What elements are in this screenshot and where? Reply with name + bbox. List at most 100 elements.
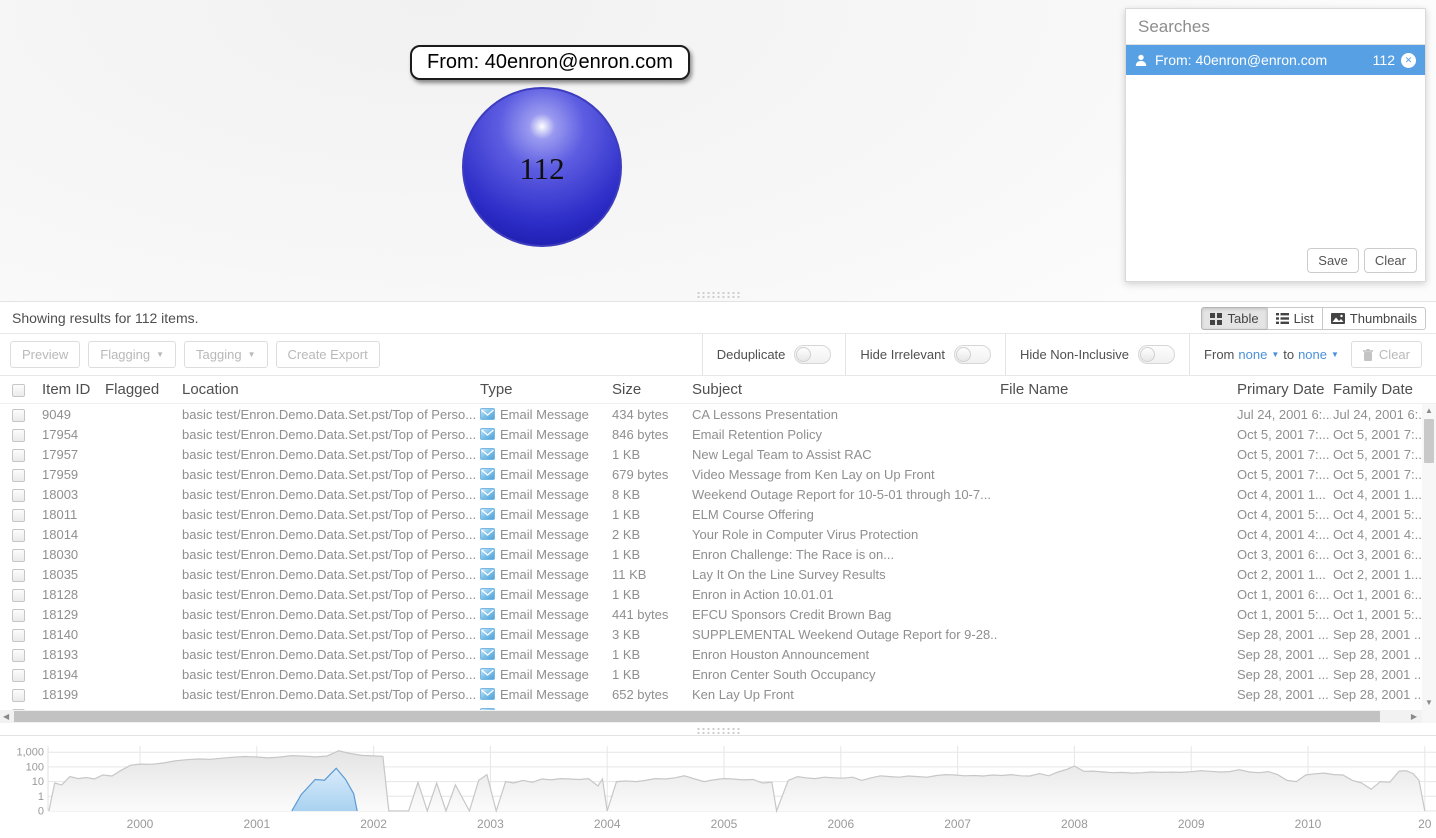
list-icon xyxy=(1276,313,1289,324)
table-row[interactable]: 18193basic test/Enron.Demo.Data.Set.pst/… xyxy=(0,644,1422,664)
row-checkbox[interactable] xyxy=(12,529,25,542)
table-row[interactable]: 17954basic test/Enron.Demo.Data.Set.pst/… xyxy=(0,424,1422,444)
timeline-splitter-handle[interactable] xyxy=(696,727,740,734)
row-checkbox[interactable] xyxy=(12,589,25,602)
row-checkbox[interactable] xyxy=(12,469,25,482)
view-thumbnails-button[interactable]: Thumbnails xyxy=(1322,307,1426,330)
table-row[interactable]: 18014basic test/Enron.Demo.Data.Set.pst/… xyxy=(0,524,1422,544)
row-checkbox-cell xyxy=(0,506,40,521)
timeline-chart[interactable]: 1,00010010102000200120022003200420052006… xyxy=(0,735,1436,838)
vertical-scrollbar[interactable]: ▲ ▼ xyxy=(1422,404,1436,710)
row-checkbox-cell xyxy=(0,586,40,601)
view-table-button[interactable]: Table xyxy=(1201,307,1267,330)
row-checkbox[interactable] xyxy=(12,509,25,522)
table-row[interactable]: 18035basic test/Enron.Demo.Data.Set.pst/… xyxy=(0,564,1422,584)
table-row[interactable]: 18194basic test/Enron.Demo.Data.Set.pst/… xyxy=(0,664,1422,684)
search-bubble[interactable]: 112 xyxy=(462,87,622,247)
table-row[interactable]: 18030basic test/Enron.Demo.Data.Set.pst/… xyxy=(0,544,1422,564)
select-all-checkbox[interactable] xyxy=(12,384,25,397)
cell-location: basic test/Enron.Demo.Data.Set.pst/Top o… xyxy=(180,487,478,502)
svg-text:2007: 2007 xyxy=(944,817,971,831)
row-checkbox[interactable] xyxy=(12,409,25,422)
row-checkbox[interactable] xyxy=(12,569,25,582)
row-checkbox[interactable] xyxy=(12,449,25,462)
table-row[interactable]: 18140basic test/Enron.Demo.Data.Set.pst/… xyxy=(0,624,1422,644)
row-checkbox[interactable] xyxy=(12,629,25,642)
save-search-button[interactable]: Save xyxy=(1307,248,1359,273)
cell-primary-date: Sep 28, 2001 ... xyxy=(1235,627,1331,642)
svg-text:2006: 2006 xyxy=(827,817,854,831)
clear-range-button[interactable]: Clear xyxy=(1351,341,1422,368)
column-header-flagged[interactable]: Flagged xyxy=(103,381,180,398)
row-checkbox-cell xyxy=(0,646,40,661)
cell-subject: Ken Lay Up Front xyxy=(690,687,998,702)
scroll-up-icon[interactable]: ▲ xyxy=(1425,404,1433,418)
type-label: Email Message xyxy=(500,687,589,702)
column-header-item-id[interactable]: Item ID xyxy=(40,381,103,398)
column-header-type[interactable]: Type xyxy=(478,381,610,398)
type-label: Email Message xyxy=(500,507,589,522)
table-row[interactable]: 17959basic test/Enron.Demo.Data.Set.pst/… xyxy=(0,464,1422,484)
cell-primary-date: Oct 5, 2001 7:... xyxy=(1235,467,1331,482)
cell-type: Email Message xyxy=(478,587,610,602)
row-checkbox[interactable] xyxy=(12,649,25,662)
splitter-handle[interactable] xyxy=(696,291,740,298)
column-header-file-name[interactable]: File Name xyxy=(998,381,1235,398)
preview-button[interactable]: Preview xyxy=(10,341,80,368)
svg-text:0: 0 xyxy=(38,806,44,818)
row-checkbox[interactable] xyxy=(12,669,25,682)
row-checkbox-cell xyxy=(0,626,40,641)
to-value-dropdown[interactable]: none xyxy=(1298,347,1327,362)
scroll-left-icon[interactable]: ◀ xyxy=(3,710,9,723)
remove-search-icon[interactable]: ✕ xyxy=(1401,53,1416,68)
cell-subject: EFCU Sponsors Credit Brown Bag xyxy=(690,607,998,622)
search-item[interactable]: From: 40enron@enron.com 112 ✕ xyxy=(1126,45,1425,75)
row-checkbox[interactable] xyxy=(12,689,25,702)
cell-subject: Enron in Action 10.01.01 xyxy=(690,587,998,602)
cell-family-date: Oct 5, 2001 7:... xyxy=(1331,467,1422,482)
svg-text:20: 20 xyxy=(1418,817,1432,831)
timeline-svg[interactable]: 1,00010010102000200120022003200420052006… xyxy=(0,736,1436,838)
cell-size: 434 bytes xyxy=(610,407,690,422)
table-row[interactable]: 18199basic test/Enron.Demo.Data.Set.pst/… xyxy=(0,684,1422,704)
tagging-dropdown[interactable]: Tagging▼ xyxy=(184,341,267,368)
column-header-family-date[interactable]: Family Date xyxy=(1331,381,1422,398)
from-value-dropdown[interactable]: none xyxy=(1238,347,1267,362)
hide-irrelevant-toggle[interactable] xyxy=(954,345,991,364)
row-checkbox-cell xyxy=(0,526,40,541)
column-header-subject[interactable]: Subject xyxy=(690,381,998,398)
email-message-icon xyxy=(480,508,495,520)
vertical-scroll-thumb[interactable] xyxy=(1424,419,1434,463)
table-row[interactable]: 18128basic test/Enron.Demo.Data.Set.pst/… xyxy=(0,584,1422,604)
cell-subject: Email Retention Policy xyxy=(690,427,998,442)
horizontal-scroll-thumb[interactable] xyxy=(14,711,1380,722)
column-header-location[interactable]: Location xyxy=(180,381,478,398)
view-list-button[interactable]: List xyxy=(1267,307,1323,330)
cell-family-date: Oct 4, 2001 4:... xyxy=(1331,527,1422,542)
table-row[interactable]: 18003basic test/Enron.Demo.Data.Set.pst/… xyxy=(0,484,1422,504)
cell-size: 441 bytes xyxy=(610,607,690,622)
scroll-right-icon[interactable]: ▶ xyxy=(1411,710,1417,723)
horizontal-scrollbar[interactable]: ◀ ▶ xyxy=(0,710,1422,723)
flagging-dropdown[interactable]: Flagging▼ xyxy=(88,341,176,368)
row-checkbox[interactable] xyxy=(12,549,25,562)
deduplicate-toggle[interactable] xyxy=(794,345,831,364)
row-checkbox[interactable] xyxy=(12,609,25,622)
table-row[interactable]: 9049basic test/Enron.Demo.Data.Set.pst/T… xyxy=(0,404,1422,424)
cell-primary-date: Jul 24, 2001 6:... xyxy=(1235,407,1331,422)
chevron-down-icon: ▼ xyxy=(248,350,256,359)
table-row[interactable]: 18129basic test/Enron.Demo.Data.Set.pst/… xyxy=(0,604,1422,624)
scroll-down-icon[interactable]: ▼ xyxy=(1425,696,1433,710)
create-export-button[interactable]: Create Export xyxy=(276,341,380,368)
row-checkbox[interactable] xyxy=(12,489,25,502)
table-row[interactable]: 17957basic test/Enron.Demo.Data.Set.pst/… xyxy=(0,444,1422,464)
row-checkbox[interactable] xyxy=(12,429,25,442)
table-row[interactable]: 18011basic test/Enron.Demo.Data.Set.pst/… xyxy=(0,504,1422,524)
hide-non-inclusive-toggle[interactable] xyxy=(1138,345,1175,364)
clear-search-button[interactable]: Clear xyxy=(1364,248,1417,273)
column-header-size[interactable]: Size xyxy=(610,381,690,398)
svg-text:2004: 2004 xyxy=(594,817,621,831)
column-header-primary-date[interactable]: Primary Date xyxy=(1235,381,1331,398)
cell-family-date: Sep 28, 2001 ... xyxy=(1331,647,1422,662)
cell-primary-date: Oct 1, 2001 5:... xyxy=(1235,607,1331,622)
